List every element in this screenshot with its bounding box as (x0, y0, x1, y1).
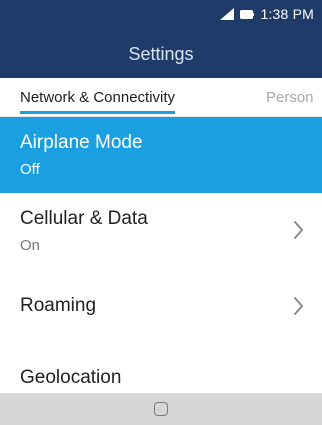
tab-network-connectivity[interactable]: Network & Connectivity (20, 78, 176, 116)
battery-icon (240, 9, 255, 19)
page-title: Settings (128, 43, 194, 64)
status-icons: 1:38 PM (220, 6, 314, 22)
chevron-right-icon (294, 221, 304, 239)
signal-icon (220, 8, 235, 20)
list-item-cellular-data[interactable]: Cellular & Data On (0, 193, 322, 269)
list-item-label: Roaming (20, 295, 97, 316)
list-item-airplane-mode[interactable]: Airplane Mode Off (0, 117, 322, 193)
title-bar: Settings (0, 28, 322, 78)
chevron-right-icon (294, 297, 304, 315)
tab-bar: Network & Connectivity Person (0, 78, 322, 117)
list-item-value: Off (20, 161, 40, 178)
list-item-label: Airplane Mode (20, 132, 143, 153)
status-time: 1:38 PM (260, 6, 314, 22)
list-item-label: Geolocation (20, 367, 122, 388)
tab-personal[interactable]: Person (266, 78, 314, 116)
list-item-value: On (20, 237, 41, 254)
softkey-bar (0, 393, 322, 425)
status-bar: 1:38 PM (0, 0, 322, 28)
settings-list: Airplane Mode Off Cellular & Data On Roa… (0, 117, 322, 393)
list-item-label: Cellular & Data (20, 208, 148, 229)
list-item-geolocation[interactable]: Geolocation (0, 345, 322, 393)
list-item-roaming[interactable]: Roaming (0, 269, 322, 345)
center-key-icon[interactable] (154, 402, 168, 416)
